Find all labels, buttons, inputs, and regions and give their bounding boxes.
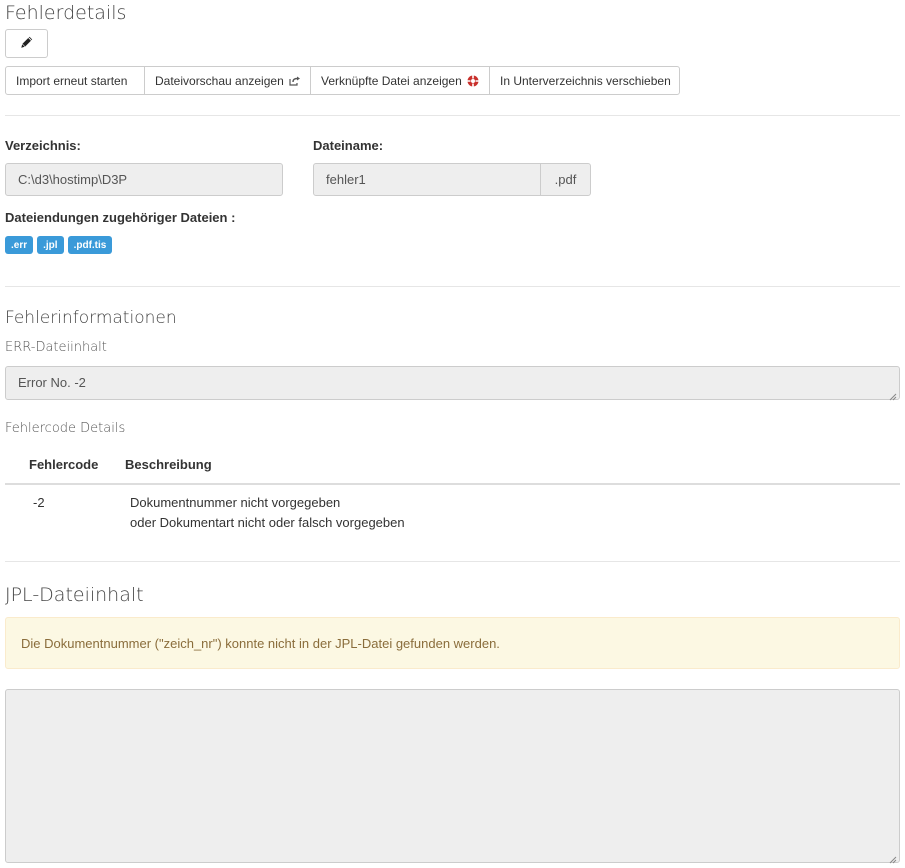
divider — [5, 561, 900, 562]
linked-file-button[interactable]: Verknüpfte Datei anzeigen — [310, 66, 490, 95]
error-info-heading: Fehlerinformationen — [5, 308, 177, 328]
extension-badge: .pdf.tis — [67, 236, 113, 254]
error-codes-label: Fehlercode Details — [5, 421, 126, 436]
err-content-value: Error No. -2 — [18, 375, 86, 390]
table-header-description: Beschreibung — [125, 457, 212, 472]
extension-badge: .err — [5, 236, 34, 254]
jpl-heading: JPL-Dateiinhalt — [5, 584, 144, 606]
err-content-textarea[interactable]: Error No. -2 — [5, 366, 900, 401]
jpl-warning-alert: Die Dokumentnummer ("zeich_nr") konnte n… — [5, 617, 900, 669]
jpl-warning-text: Die Dokumentnummer ("zeich_nr") konnte n… — [21, 635, 500, 651]
table-header-rule — [5, 483, 900, 485]
error-code-cell: -2 — [33, 495, 45, 510]
filename-field: fehler1 — [313, 163, 541, 196]
related-extensions-label: Dateiendungen zugehöriger Dateien : — [5, 210, 236, 225]
page-title: Fehlerdetails — [5, 2, 127, 24]
file-preview-button[interactable]: Dateivorschau anzeigen — [144, 66, 311, 95]
table-header-code: Fehlercode — [29, 457, 99, 472]
pencil-icon — [20, 36, 33, 51]
directory-value: C:\d3\hostimp\D3P — [18, 172, 128, 187]
file-preview-label: Dateivorschau anzeigen — [155, 73, 284, 88]
directory-label: Verzeichnis: — [5, 138, 81, 153]
move-to-subdir-label: In Unterverzeichnis verschieben — [500, 73, 671, 88]
external-link-icon — [289, 76, 301, 86]
file-extension-addon: .pdf — [540, 163, 591, 196]
lifebuoy-icon — [467, 75, 479, 87]
restart-import-label: Import erneut starten — [16, 73, 128, 88]
linked-file-label: Verknüpfte Datei anzeigen — [321, 73, 462, 88]
move-to-subdir-button[interactable]: In Unterverzeichnis verschieben — [489, 66, 680, 95]
divider — [5, 115, 900, 116]
edit-button[interactable] — [5, 29, 48, 58]
related-extensions-list: .err .jpl .pdf.tis — [5, 236, 113, 254]
directory-field: C:\d3\hostimp\D3P — [5, 163, 283, 196]
err-content-label: ERR-Dateiinhalt — [5, 340, 107, 355]
resize-handle-icon[interactable] — [889, 852, 897, 864]
file-extension-value: .pdf — [554, 172, 577, 187]
filename-value: fehler1 — [326, 172, 366, 187]
divider — [5, 286, 900, 287]
resize-handle-icon[interactable] — [889, 389, 897, 401]
error-description-line: Dokumentnummer nicht vorgegeben — [130, 495, 341, 510]
extension-badge: .jpl — [37, 236, 64, 254]
error-description-line: oder Dokumentart nicht oder falsch vorge… — [130, 515, 405, 530]
filename-label: Dateiname: — [313, 138, 384, 153]
jpl-content-textarea[interactable] — [5, 689, 900, 864]
file-action-toolbar: Import erneut starten Dateivorschau anze… — [5, 66, 680, 95]
restart-import-button[interactable]: Import erneut starten — [5, 66, 145, 95]
